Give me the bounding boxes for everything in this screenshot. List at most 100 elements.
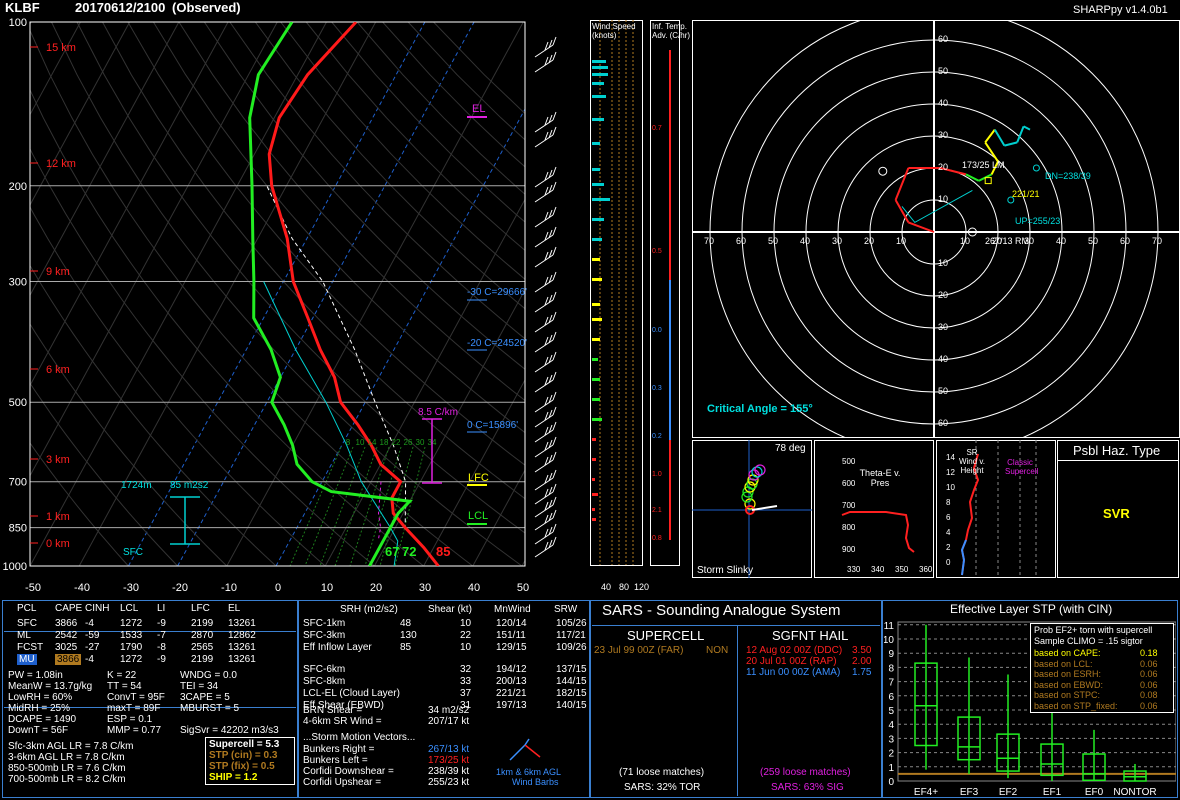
kin-mnwind: 221/21 <box>496 688 527 699</box>
parcel-cell: -59 <box>85 630 100 641</box>
index-col2: K = 22 <box>107 670 137 681</box>
height-label: 0 km <box>46 538 70 550</box>
barb-flag <box>552 523 557 533</box>
wind-speed-bar <box>592 238 602 241</box>
lapse-rate: 700-500mb LR = 8.2 C/km <box>8 774 126 785</box>
parcel-cell: -7 <box>157 630 166 641</box>
barb-flag <box>552 509 557 519</box>
stp-legend-label: based on STP_fixed: <box>1034 700 1118 711</box>
temperature-tick-label: 0 <box>275 582 281 594</box>
wind-speed-bar <box>592 142 600 145</box>
inf-temp-value: 2.1 <box>652 507 662 514</box>
hail-match-date: 11 Jun 00 00Z (AMA) <box>746 667 841 678</box>
wind-barb <box>534 351 557 373</box>
stp-y-tick: 7 <box>888 678 894 689</box>
parcel-cell: 13261 <box>228 642 256 653</box>
srw-y-tick: 14 <box>946 453 955 462</box>
parcel-cell: 3025 <box>55 642 78 653</box>
hodo-ring-label-up: 60 <box>938 34 949 44</box>
dry-adiabat <box>30 88 425 566</box>
inf-temp-title: Inf. Temp. Adv. (C/hr) <box>652 22 691 40</box>
index-col1: DownT = 56F <box>8 725 69 736</box>
kin-srw: 117/21 <box>556 630 586 641</box>
vector-value: 173/25 kt <box>428 755 470 766</box>
temperature-tick-label: 30 <box>419 582 431 594</box>
barb-flag <box>552 181 557 191</box>
index-col3: MBURST = 5 <box>180 703 239 714</box>
index-col1: DCAPE = 1490 <box>8 714 77 725</box>
mixing-ratio-label: 18 <box>380 438 389 447</box>
barb-staff <box>534 119 554 133</box>
wind-speed-bar <box>592 183 604 186</box>
wind-speed-bar <box>592 218 604 221</box>
stp-legend-label: based on STPC: <box>1034 690 1101 700</box>
parcel-cell: -27 <box>85 642 100 653</box>
kin-header: Shear (kt) <box>428 604 472 615</box>
barb-flag <box>552 51 557 61</box>
vector-value: 238/39 kt <box>428 766 470 777</box>
kin-label: SFC-6km <box>303 664 346 675</box>
wind-speed-title: Wind Speed (knots) <box>592 22 636 40</box>
hail-match-size: 3.50 <box>852 645 872 656</box>
supercell-sars: SARS: 32% TOR <box>624 782 701 793</box>
parcel-cell: 13261 <box>228 654 256 665</box>
mixing-ratio-label: 22 <box>392 438 401 447</box>
barb-flag <box>552 271 557 281</box>
parcel-cell: -4 <box>85 618 94 629</box>
stp-legend-label: based on EBWD: <box>1034 679 1104 690</box>
sars-split <box>737 625 738 796</box>
hodo-trace-segment <box>908 221 935 233</box>
hodo-x-tick: 30 <box>832 236 843 246</box>
theta-title: Theta-E v. Pres <box>859 468 901 488</box>
stp-category-label: EF4+ <box>914 787 938 798</box>
barb-staff <box>534 531 554 545</box>
wind-barb <box>534 371 557 393</box>
index-col2: ConvT = 95F <box>107 692 165 703</box>
barb-flag <box>552 391 557 401</box>
wind-speed-bar <box>592 478 595 481</box>
barb-flag <box>552 421 557 431</box>
temperature-tick-label: 20 <box>370 582 382 594</box>
ws-tick-120: 120 <box>634 582 650 592</box>
wind-barb <box>534 36 557 58</box>
hail-match-size: 2.00 <box>852 656 872 667</box>
stp-legend-value: 0.06 <box>1140 679 1158 690</box>
hail-match-date: 12 Aug 02 00Z (DDC) <box>746 645 843 656</box>
barb-staff <box>534 134 554 148</box>
hodo-ring-label-up: 30 <box>938 130 949 140</box>
stp-y-tick: 3 <box>888 734 894 745</box>
theta-x-tick: 330 <box>847 565 861 574</box>
parcel-cell: 1533 <box>120 630 143 641</box>
kin-srh: 48 <box>400 618 412 629</box>
index-col1: PW = 1.08in <box>8 670 63 681</box>
inf-temp-value: 0.8 <box>652 535 662 542</box>
mixing-ratio-label: 10 <box>356 438 365 447</box>
index-col3: WNDG = 0.0 <box>180 670 237 681</box>
barb-staff <box>534 319 554 333</box>
wind-speed-bar <box>592 458 596 461</box>
hodo-ring-label-down: 30 <box>938 322 949 332</box>
height-label: 3 km <box>46 454 70 466</box>
hodo-ring-label-down: 50 <box>938 386 949 396</box>
wind-speed-bar <box>592 398 600 401</box>
dry-adiabat <box>254 22 525 310</box>
wind-barb <box>534 291 557 313</box>
stp-legend-label: based on LCL: <box>1034 658 1093 669</box>
parcel-cell: SFC <box>17 618 37 629</box>
barb-staff <box>534 379 554 393</box>
kin-label: Eff Inflow Layer <box>303 642 372 653</box>
hodo-ring-label-up: 50 <box>938 66 949 76</box>
height-label: 15 km <box>46 42 76 54</box>
wind-barb <box>534 206 557 228</box>
stp-category-label: NONTOR <box>1113 787 1156 798</box>
theta-y-tick: 800 <box>842 523 856 532</box>
dry-adiabat <box>51 22 523 566</box>
barb-flag <box>552 451 557 461</box>
stp-y-tick: 10 <box>884 635 894 646</box>
pressure-tick-label: 100 <box>9 17 27 29</box>
kin-mnwind: 151/11 <box>496 630 526 641</box>
barb-flag <box>552 536 557 546</box>
inf-temp-value: 0.3 <box>652 385 662 392</box>
slinky-title: Storm Slinky <box>697 565 754 576</box>
wind-speed-bar <box>592 508 595 511</box>
